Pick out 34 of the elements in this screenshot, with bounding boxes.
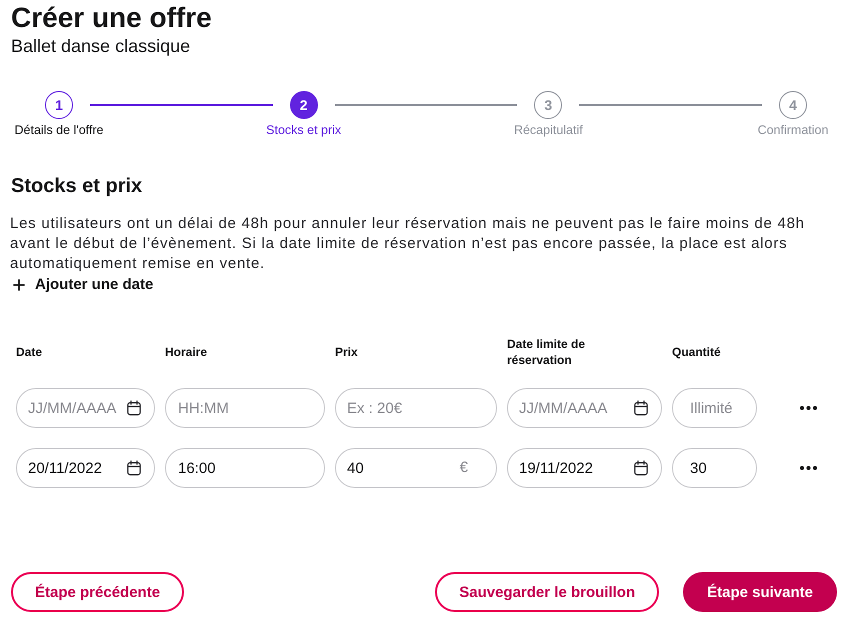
step-number[interactable]: 1 [45,91,73,119]
column-header: Quantité [672,344,722,360]
page-title: Créer une offre [10,2,213,34]
quantity-field[interactable]: 30 [672,448,757,488]
column-header: Prix [335,344,359,360]
calendar-icon[interactable] [634,400,648,416]
price-field[interactable]: Ex : 20€ [335,388,497,428]
calendar-icon[interactable] [127,400,141,416]
step-label[interactable]: Détails de l'offre [14,123,104,138]
calendar-icon[interactable] [634,460,648,476]
more-icon[interactable] [800,406,816,410]
quantity-field[interactable]: Illimité [672,388,757,428]
time-field[interactable]: 16:00 [165,448,325,488]
date-field[interactable]: 19/11/2022 [507,448,662,488]
column-header: Date [16,344,44,360]
time-field[interactable]: HH:MM [165,388,325,428]
column-header: Date limite de réservation [507,336,586,368]
step-number[interactable]: 2 [290,91,318,119]
date-field[interactable]: JJ/MM/AAAA [16,388,155,428]
step-label[interactable]: Stocks et prix [266,123,342,138]
section-heading: Stocks et prix [11,174,144,198]
euro-sign: € [460,459,468,477]
date-field[interactable]: JJ/MM/AAAA [507,388,662,428]
calendar-icon[interactable] [127,460,141,476]
save-draft-button[interactable]: Sauvegarder le brouillon [435,572,660,612]
next-step-button[interactable]: Étape suivante [683,572,837,612]
column-header: Horaire [165,344,208,360]
add-date-button[interactable]: Ajouter une date [13,275,154,295]
cancellation-notice: Les utilisateurs ont un délai de 48h pour annuler leur réservation mais ne peuvent pas le faire moins de 48h avant le début de l’évènement. Si la date limite de réservation n’est pas encore passée, la place est alors automatiquement remise en vente. [10,214,806,274]
previous-step-button[interactable]: Étape précédente [11,572,184,612]
more-icon[interactable] [800,466,816,470]
offer-name: Ballet danse classique [10,35,192,57]
plus-icon [13,279,25,291]
date-field[interactable]: 20/11/2022 [16,448,155,488]
